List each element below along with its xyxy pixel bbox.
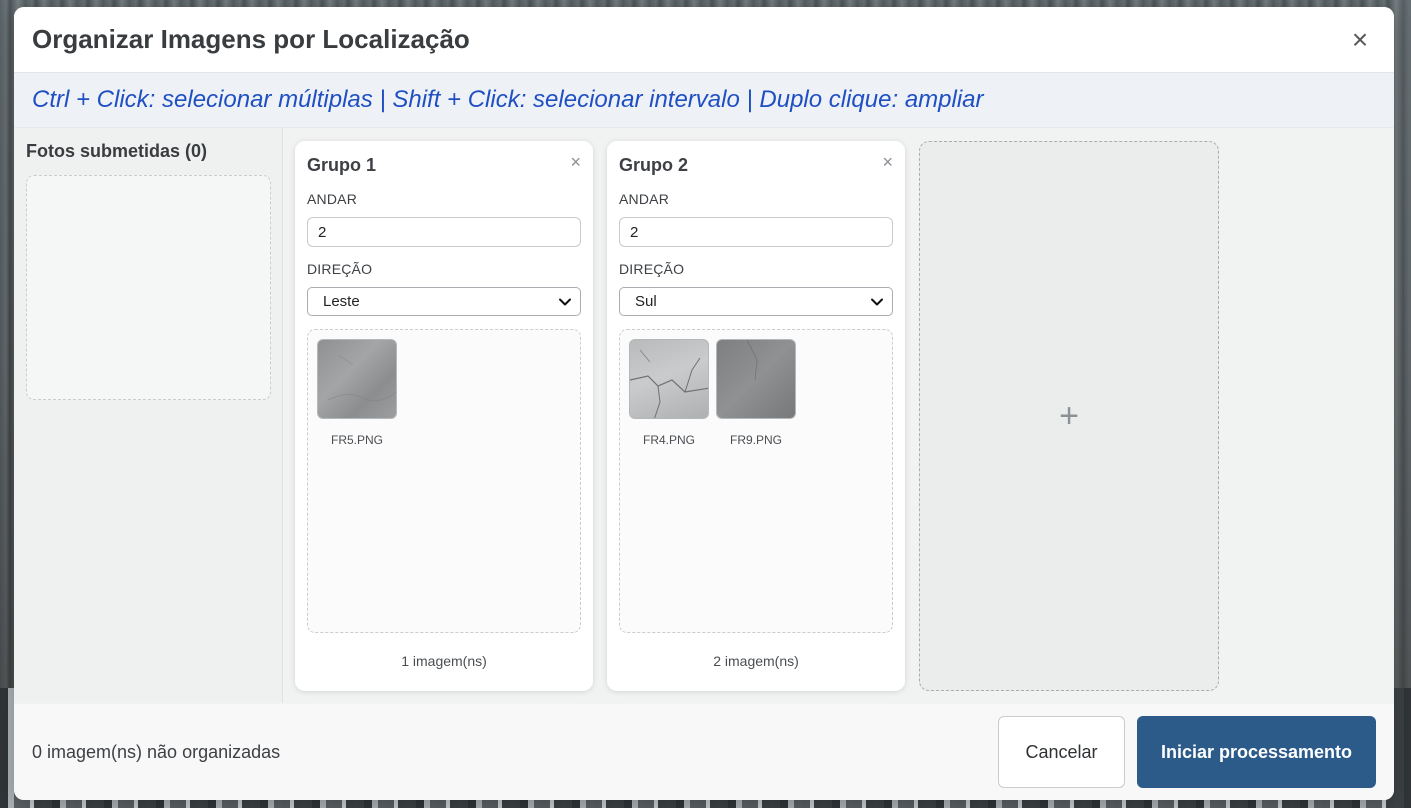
plus-icon: + (1059, 396, 1079, 435)
direction-select-value: Sul (635, 293, 657, 310)
image-filename: FR9.PNG (729, 433, 782, 447)
organize-images-modal: Organizar Imagens por Localização × Ctrl… (14, 7, 1394, 800)
direction-label: DIREÇÃO (307, 261, 373, 277)
direction-select[interactable]: Leste (307, 287, 581, 316)
modal-content: Fotos submetidas (0) Grupo 1 × ANDAR 2 D… (14, 128, 1394, 703)
direction-label: DIREÇÃO (619, 261, 685, 277)
submitted-photos-title: Fotos submetidas (0) (26, 141, 208, 161)
groups-area: Grupo 1 × ANDAR 2 DIREÇÃO Leste FR5.PNG (283, 128, 1394, 703)
floor-label: ANDAR (619, 191, 670, 207)
floor-input[interactable]: 2 (307, 217, 581, 247)
chevron-down-icon (871, 298, 883, 305)
hint-bar: Ctrl + Click: selecionar múltiplas | Shi… (14, 73, 1394, 128)
image-thumbnail-item[interactable]: FR9.PNG (716, 339, 796, 447)
concrete-texture (327, 354, 396, 402)
submitted-photos-dropzone[interactable] (26, 175, 271, 400)
group-image-count: 1 imagem(ns) (401, 653, 487, 669)
direction-select[interactable]: Sul (619, 287, 893, 316)
modal-header: Organizar Imagens por Localização × (14, 7, 1394, 73)
footer-buttons: Cancelar Iniciar processamento (998, 716, 1376, 788)
image-thumbnail[interactable] (716, 339, 796, 419)
group-image-dropzone[interactable]: FR4.PNG FR9.PNG (619, 329, 893, 633)
remove-group-icon[interactable]: × (570, 152, 581, 173)
concrete-texture (746, 340, 758, 381)
image-thumbnail[interactable] (317, 339, 397, 419)
remove-group-icon[interactable]: × (882, 152, 893, 173)
start-processing-button[interactable]: Iniciar processamento (1137, 716, 1376, 788)
modal-title: Organizar Imagens por Localização (32, 24, 470, 54)
hint-text: Ctrl + Click: selecionar múltiplas | Shi… (32, 86, 984, 113)
group-title: Grupo 1 (307, 154, 377, 175)
group-title: Grupo 2 (619, 154, 689, 175)
image-thumbnail-item[interactable]: FR4.PNG (629, 339, 709, 447)
image-filename: FR5.PNG (330, 433, 383, 447)
floor-input[interactable]: 2 (619, 217, 893, 247)
cracked-concrete-texture (630, 349, 708, 418)
image-filename: FR4.PNG (642, 433, 695, 447)
group-header: Grupo 1 × (307, 152, 581, 177)
chevron-down-icon (559, 298, 571, 305)
group-image-dropzone[interactable]: FR5.PNG (307, 329, 581, 633)
add-group-button[interactable]: + (919, 141, 1219, 691)
modal-footer: 0 imagem(ns) não organizadas Cancelar In… (14, 704, 1394, 800)
image-thumbnail[interactable] (629, 339, 709, 419)
direction-select-value: Leste (323, 293, 360, 310)
group-card-2: Grupo 2 × ANDAR 2 DIREÇÃO Sul FR4.PNG FR… (607, 141, 905, 691)
submitted-photos-panel: Fotos submetidas (0) (14, 128, 283, 703)
unorganized-status: 0 imagem(ns) não organizadas (32, 741, 281, 762)
image-thumbnail-item[interactable]: FR5.PNG (317, 339, 397, 447)
close-icon[interactable]: × (1344, 24, 1376, 56)
floor-label: ANDAR (307, 191, 358, 207)
group-image-count: 2 imagem(ns) (713, 653, 799, 669)
cancel-button[interactable]: Cancelar (998, 716, 1125, 788)
group-header: Grupo 2 × (619, 152, 893, 177)
group-card-1: Grupo 1 × ANDAR 2 DIREÇÃO Leste FR5.PNG (295, 141, 593, 691)
